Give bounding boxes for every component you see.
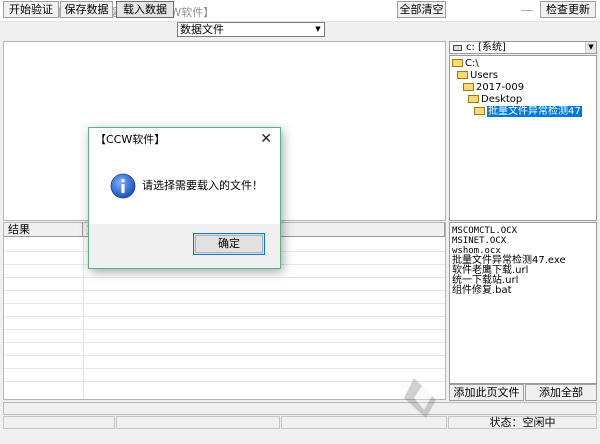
folder-open-icon	[457, 71, 468, 79]
data-file-select-value: 数据文件	[180, 23, 224, 36]
grid-row-line	[4, 290, 445, 291]
folder-open-icon	[468, 95, 479, 103]
dir-item-desktop[interactable]: Desktop	[468, 94, 522, 106]
clear-all-button[interactable]: 全部清空	[397, 1, 446, 18]
list-item[interactable]: MSCOMCTL.OCX	[452, 226, 517, 236]
drive-select[interactable]: c: [系统] ▼	[449, 41, 597, 54]
save-data-button[interactable]: 保存数据	[60, 1, 113, 18]
status-panel-1	[3, 416, 115, 429]
grid-row-line	[4, 316, 445, 317]
load-data-button[interactable]: 载入数据	[116, 1, 174, 18]
check-update-button[interactable]: 检查更新	[540, 1, 596, 18]
drive-icon	[453, 45, 462, 51]
info-icon	[110, 173, 136, 199]
status-panel-2	[116, 416, 280, 429]
directory-tree: C:\ Users 2017-009 Desktop 批量文件异常检测47	[449, 55, 597, 221]
dialog-title: 【CCW软件】	[95, 133, 166, 146]
grid-row-line	[4, 355, 445, 356]
list-item[interactable]: MSINET.OCX	[452, 236, 506, 246]
grid-divider	[83, 237, 84, 399]
grid-row-line	[4, 368, 445, 369]
column-header-result[interactable]: 结果	[4, 223, 83, 236]
dir-item-2017-009[interactable]: 2017-009	[463, 82, 524, 94]
start-verify-button[interactable]: 开始验证	[3, 1, 59, 18]
data-file-select[interactable]: 数据文件 ▼	[177, 22, 325, 37]
ok-button[interactable]: 确定	[193, 233, 265, 255]
file-list[interactable]: MSCOMCTL.OCX MSINET.OCX wshom.ocx 批量文件异常…	[449, 222, 597, 384]
dir-item-selected[interactable]: 批量文件异常检测47	[474, 106, 596, 118]
dir-item-users[interactable]: Users	[457, 70, 498, 82]
grid-row-line	[4, 277, 445, 278]
grid-row-line	[4, 342, 445, 343]
folder-open-icon	[463, 83, 474, 91]
message-dialog: 【CCW软件】 ✕ 请选择需要载入的文件！ 确定	[88, 127, 281, 269]
folder-open-icon	[452, 59, 463, 67]
drive-select-label: c: [系统]	[466, 42, 506, 53]
minimize-button[interactable]: —	[513, 0, 541, 22]
grid-row-line	[4, 381, 445, 382]
dir-item-c[interactable]: C:\	[452, 58, 479, 70]
dialog-message: 请选择需要载入的文件！	[142, 179, 263, 192]
chevron-down-icon[interactable]: ▼	[312, 23, 324, 36]
grid-row-line	[4, 303, 445, 304]
chevron-down-icon[interactable]: ▼	[585, 42, 596, 53]
watermark-logo	[404, 378, 436, 418]
dialog-close-icon[interactable]: ✕	[260, 131, 272, 147]
folder-open-icon	[474, 107, 485, 115]
list-item[interactable]: 组件修复.bat	[452, 286, 512, 296]
grid-row-line	[4, 329, 445, 330]
